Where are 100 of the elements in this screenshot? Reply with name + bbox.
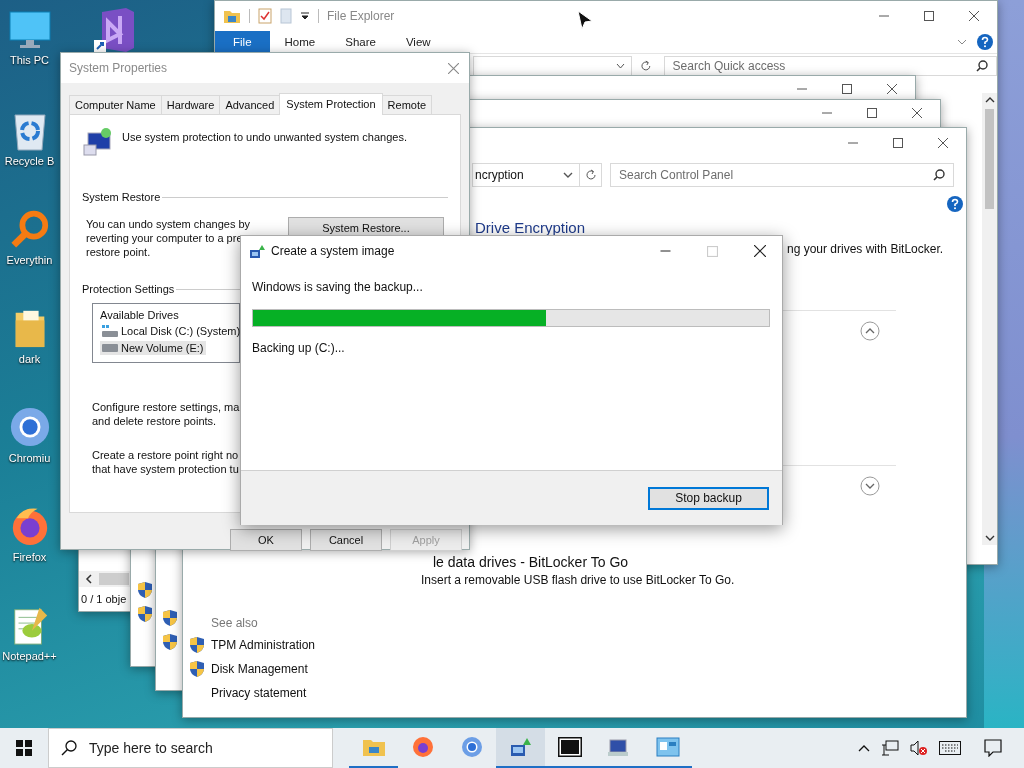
chromium-icon bbox=[460, 736, 483, 758]
keyboard-icon[interactable] bbox=[939, 741, 961, 755]
mouse-pointer-icon bbox=[577, 10, 593, 30]
scroll-up-icon[interactable] bbox=[984, 97, 995, 103]
tab[interactable]: Remote bbox=[381, 95, 433, 114]
address-bar[interactable]: ncryption bbox=[472, 163, 580, 187]
close-icon[interactable] bbox=[938, 138, 948, 148]
window-title: Create a system image bbox=[271, 244, 395, 258]
maximize-icon[interactable] bbox=[842, 83, 852, 94]
shield-icon bbox=[138, 582, 152, 598]
chevron-up-icon[interactable] bbox=[858, 744, 870, 752]
help-icon[interactable] bbox=[977, 34, 993, 50]
maximize-icon[interactable] bbox=[924, 11, 934, 21]
search-field[interactable]: Type here to search bbox=[48, 728, 333, 768]
close-icon[interactable] bbox=[754, 245, 766, 257]
status-text: Windows is saving the backup... bbox=[252, 280, 424, 294]
group-label: System Restore bbox=[82, 191, 161, 203]
description-text: restore point. bbox=[86, 245, 152, 259]
tab[interactable]: Computer Name bbox=[69, 95, 162, 114]
detail-text: Backing up (C:)... bbox=[252, 341, 346, 355]
checkmark-icon[interactable] bbox=[258, 8, 272, 24]
group-label: Protection Settings bbox=[82, 283, 175, 295]
chevron-down-icon[interactable] bbox=[563, 172, 573, 178]
search-icon bbox=[933, 169, 945, 181]
system-drive-icon bbox=[102, 325, 118, 337]
tab[interactable]: System Protection bbox=[279, 93, 383, 115]
notification-icon[interactable] bbox=[984, 739, 1002, 757]
description-text: and delete restore points. bbox=[92, 414, 218, 428]
search-icon bbox=[976, 60, 988, 72]
ribbon-tab[interactable]: Home bbox=[269, 31, 331, 53]
maximize-icon[interactable] bbox=[867, 107, 877, 118]
description-text: Configure restore settings, ma bbox=[92, 400, 241, 414]
shield-icon bbox=[163, 634, 177, 650]
archive-icon bbox=[557, 737, 582, 757]
status-text: 0 / 1 obje bbox=[81, 593, 127, 605]
drive-icon bbox=[102, 344, 118, 352]
desktop-shortcut[interactable]: Chromiu bbox=[0, 404, 59, 464]
folder-icon bbox=[361, 737, 386, 757]
window-title: System Properties bbox=[69, 61, 168, 75]
control-panel-icon bbox=[655, 737, 680, 757]
see-also-link[interactable]: Disk Management bbox=[211, 662, 308, 676]
scrollbar-thumb[interactable] bbox=[985, 109, 994, 209]
see-also-link[interactable]: Privacy statement bbox=[211, 686, 307, 700]
app-shortcut-icon[interactable] bbox=[94, 8, 134, 52]
window-title: File Explorer bbox=[327, 9, 395, 23]
windows-logo-icon bbox=[16, 740, 32, 756]
maximize-icon[interactable] bbox=[893, 138, 903, 148]
expand-toggle-icon[interactable] bbox=[860, 321, 880, 341]
intro-text: ng your drives with BitLocker. bbox=[787, 242, 944, 256]
description-text: You can undo system changes by bbox=[86, 217, 251, 231]
shield-icon bbox=[163, 610, 177, 626]
scroll-down-icon[interactable] bbox=[984, 535, 995, 541]
description-text: Create a restore point right no bbox=[92, 448, 240, 462]
backup-icon bbox=[249, 243, 265, 259]
network-icon[interactable] bbox=[881, 740, 899, 756]
chevron-down-icon[interactable] bbox=[615, 63, 625, 69]
desktop-shortcut[interactable]: dark bbox=[0, 305, 59, 365]
desktop-shortcut[interactable]: This PC bbox=[0, 8, 59, 68]
scrollbar-thumb[interactable] bbox=[99, 573, 129, 585]
refresh-icon[interactable] bbox=[639, 60, 652, 72]
backup-icon bbox=[508, 736, 533, 758]
expand-toggle-icon[interactable] bbox=[860, 476, 880, 496]
refresh-icon bbox=[584, 169, 597, 181]
ribbon-tab[interactable]: View bbox=[390, 31, 446, 53]
firefox-icon bbox=[411, 736, 434, 758]
dropdown-icon[interactable] bbox=[300, 11, 310, 21]
search-icon bbox=[61, 740, 77, 756]
desktop-shortcut[interactable]: Notepad++ bbox=[0, 602, 59, 662]
close-icon[interactable] bbox=[887, 83, 897, 94]
close-icon[interactable] bbox=[912, 107, 922, 118]
stop-backup-button[interactable]: Stop backup bbox=[648, 486, 769, 510]
scroll-left-icon[interactable] bbox=[85, 574, 93, 584]
description-text: that have system protection tu bbox=[92, 462, 240, 476]
folder-icon[interactable] bbox=[223, 8, 241, 24]
dialog-button[interactable]: Cancel bbox=[310, 529, 382, 551]
description-text: Use system protection to undo unwanted system changes. bbox=[122, 131, 407, 143]
ribbon-tab[interactable]: Share bbox=[330, 31, 391, 53]
desktop-shortcut[interactable]: Everythin bbox=[0, 206, 59, 266]
close-icon[interactable] bbox=[969, 11, 979, 21]
see-also-link[interactable]: TPM Administration bbox=[211, 638, 316, 652]
shield-icon bbox=[138, 606, 152, 622]
ribbon-tab[interactable]: File bbox=[215, 31, 270, 53]
desktop-shortcut[interactable]: Recycle B bbox=[0, 107, 59, 167]
search-field[interactable]: Search Control Panel bbox=[610, 163, 954, 187]
see-also-heading: See also bbox=[211, 616, 258, 630]
desktop-shortcut[interactable]: Firefox bbox=[0, 503, 59, 563]
computer-icon bbox=[82, 127, 114, 157]
dialog-button[interactable]: OK bbox=[230, 529, 302, 551]
section-heading: le data drives - BitLocker To Go bbox=[433, 554, 629, 570]
drive-item[interactable]: New Volume (E:) bbox=[100, 341, 206, 355]
chevron-down-icon[interactable] bbox=[957, 39, 967, 45]
computer-icon bbox=[606, 736, 631, 758]
section-text: Insert a removable USB flash drive to use BitLocker To Go. bbox=[421, 573, 735, 587]
volume-muted-icon[interactable] bbox=[910, 740, 928, 756]
monitor-icon bbox=[7, 10, 52, 50]
column-header[interactable]: Available Drives bbox=[100, 309, 179, 321]
scrollbar[interactable] bbox=[982, 93, 997, 545]
page-heading: Drive Encryption bbox=[475, 219, 586, 236]
refresh-button[interactable] bbox=[580, 163, 602, 187]
help-icon[interactable] bbox=[947, 196, 963, 212]
